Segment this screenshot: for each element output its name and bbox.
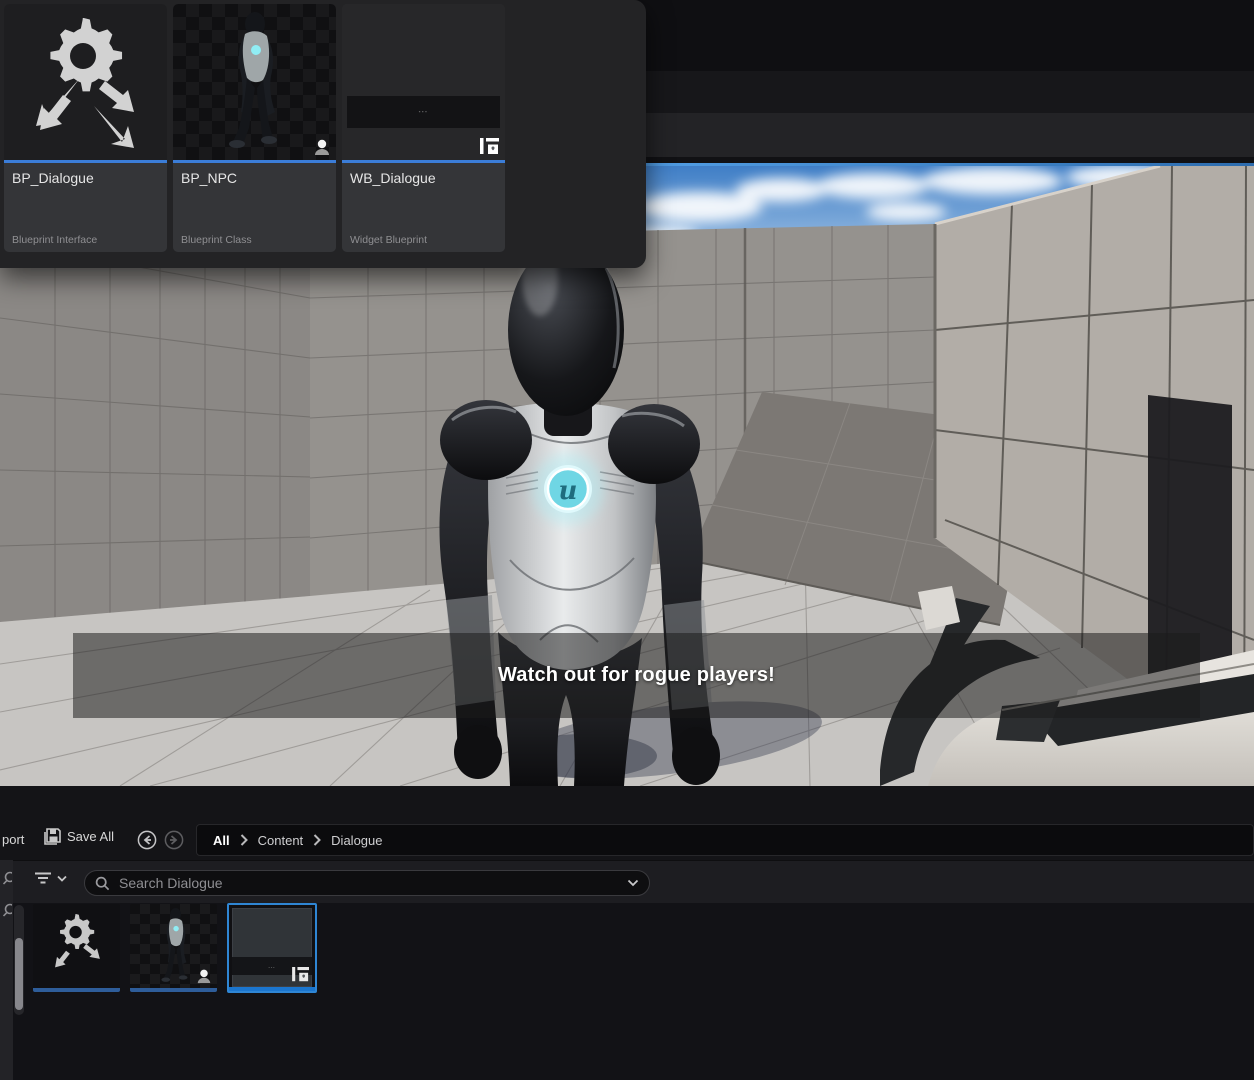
chest-unreal-logo: u xyxy=(532,453,604,525)
asset-name: WB_Dialogue xyxy=(342,163,505,186)
nav-back-button[interactable] xyxy=(137,830,157,850)
asset-card-label: BP_Dialogue Blueprint Interface xyxy=(4,163,167,252)
asset-card-wb-dialogue[interactable]: --- WB_Dialogue Widget Blueprint xyxy=(342,4,505,252)
asset-tooltip-popup: BP_Dialogue Blueprint Interface xyxy=(0,0,646,268)
asset-card-bp-npc[interactable]: BP_NPC Blueprint Class xyxy=(173,4,336,252)
clipped-search-icon xyxy=(0,868,12,892)
breadcrumb-item-dialogue[interactable]: Dialogue xyxy=(331,833,382,848)
tile-color-bar xyxy=(229,987,315,991)
widget-preview-bar: --- xyxy=(347,96,500,128)
asset-name: BP_Dialogue xyxy=(4,163,167,186)
tile-color-bar xyxy=(130,988,217,992)
asset-type: Blueprint Class xyxy=(181,234,252,246)
hud-message-band: Watch out for rogue players! xyxy=(73,633,1200,718)
asset-type: Blueprint Interface xyxy=(12,234,97,246)
breadcrumb: All Content Dialogue xyxy=(196,824,1254,856)
widget-blueprint-icon xyxy=(480,138,500,156)
nav-forward-button[interactable] xyxy=(164,830,184,850)
search-field[interactable] xyxy=(84,870,650,896)
npc-mini-render xyxy=(219,12,289,152)
save-all-label: Save All xyxy=(67,829,114,844)
chevron-down-icon xyxy=(57,875,67,882)
filter-button[interactable] xyxy=(34,871,67,885)
asset-tile-bp-npc[interactable] xyxy=(130,904,217,992)
tile-color-bar xyxy=(33,988,120,992)
asset-name: BP_NPC xyxy=(173,163,336,186)
save-all-icon xyxy=(44,828,61,845)
save-all-button[interactable]: Save All xyxy=(44,828,114,845)
blueprint-interface-icon xyxy=(26,18,146,148)
blueprint-interface-thumbnail xyxy=(4,4,167,160)
widget-blueprint-thumbnail: --- xyxy=(342,4,505,160)
filter-icon xyxy=(34,871,52,885)
widget-preview-text: --- xyxy=(419,109,429,115)
search-icon xyxy=(95,876,110,891)
asset-tile-wb-dialogue[interactable]: --- xyxy=(227,903,317,993)
asset-card-bp-dialogue[interactable]: BP_Dialogue Blueprint Interface xyxy=(4,4,167,252)
tile-thumbnail xyxy=(130,904,217,988)
tile-thumbnail: --- xyxy=(229,905,315,987)
widget-preview-text: --- xyxy=(269,964,276,969)
widget-blueprint-icon xyxy=(292,967,310,983)
tile-thumbnail xyxy=(33,904,120,988)
npc-mini-render xyxy=(156,908,194,984)
import-button-fragment[interactable]: port xyxy=(2,832,24,847)
hud-message-text: Watch out for rogue players! xyxy=(498,664,775,687)
search-input[interactable] xyxy=(117,874,620,892)
svg-text:u: u xyxy=(559,476,578,506)
chevron-right-icon xyxy=(240,834,248,846)
asset-card-label: WB_Dialogue Widget Blueprint xyxy=(342,163,505,252)
breadcrumb-root[interactable]: All xyxy=(213,833,230,848)
clipped-search-icon xyxy=(0,900,12,924)
actor-badge-icon xyxy=(313,138,331,156)
scrollbar-handle[interactable] xyxy=(15,938,23,1010)
blueprint-interface-icon xyxy=(48,914,106,976)
actor-badge-icon xyxy=(196,968,212,984)
asset-card-label: BP_NPC Blueprint Class xyxy=(173,163,336,252)
asset-type: Widget Blueprint xyxy=(350,234,427,246)
chevron-right-icon xyxy=(313,834,321,846)
sources-panel-edge xyxy=(0,860,13,1080)
breadcrumb-item-content[interactable]: Content xyxy=(258,833,304,848)
chevron-down-icon xyxy=(627,879,639,887)
asset-tile-bp-dialogue[interactable] xyxy=(33,904,120,992)
blueprint-class-thumbnail xyxy=(173,4,336,160)
